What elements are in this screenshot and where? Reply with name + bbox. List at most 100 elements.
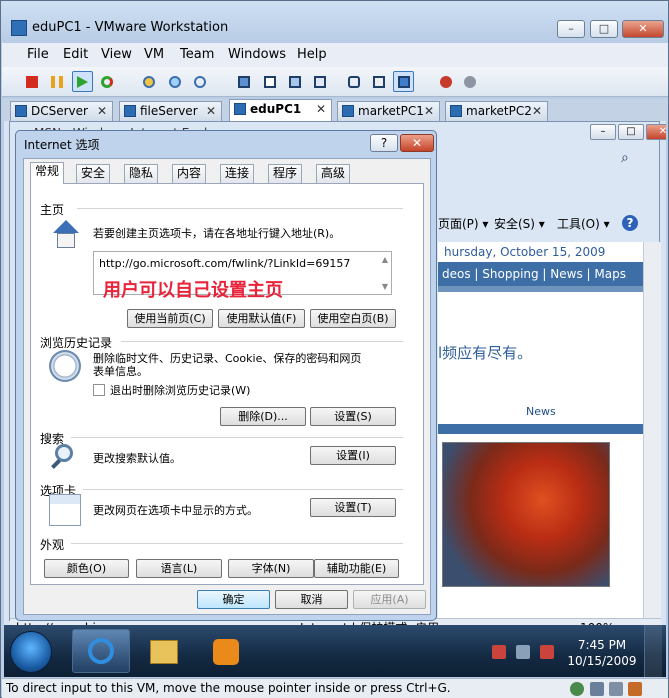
full-screen-icon[interactable] [233, 71, 254, 92]
tab-marketpc1[interactable]: marketPC1 ✕ [337, 101, 440, 121]
vm-icon [450, 105, 462, 117]
dialog-help-button[interactable]: ? [370, 134, 398, 152]
clock-date: 10/15/2009 [567, 654, 637, 668]
ie-close-button[interactable]: ✕ [646, 124, 666, 140]
tab-close-icon[interactable]: ✕ [532, 102, 542, 120]
tab-dcserver[interactable]: DCServer ✕ [10, 101, 113, 121]
taskbar-ie-button[interactable] [72, 629, 130, 673]
menu-team[interactable]: Team [180, 47, 214, 62]
tab-connections[interactable]: 连接 [220, 164, 255, 183]
display-tray-icon[interactable] [516, 645, 530, 659]
accessibility-button[interactable]: 辅助功能(E) [314, 559, 399, 578]
promo-text[interactable]: l频应有尽有。 [438, 342, 532, 363]
tab-programs[interactable]: 程序 [268, 164, 303, 183]
use-default-button[interactable]: 使用默认值(F) [218, 309, 305, 328]
tab-content[interactable]: 内容 [172, 164, 207, 183]
dialog-body: 常规 安全 隐私 内容 连接 程序 高级 主页 若要创建主页选项卡，请在各地址行… [23, 158, 431, 615]
taskbar-explorer-button[interactable] [135, 629, 193, 673]
window-title: eduPC1 - VMware Workstation [32, 20, 229, 35]
msn-divider [438, 424, 643, 434]
tab-close-icon[interactable]: ✕ [206, 102, 216, 120]
start-button[interactable] [10, 631, 52, 673]
revert-snapshot-icon[interactable] [164, 71, 185, 92]
menu-windows[interactable]: Windows [228, 47, 286, 62]
tab-edupc1[interactable]: eduPC1 ✕ [229, 99, 332, 121]
delete-on-exit-label[interactable]: 退出时删除浏览历史记录(W) [110, 384, 250, 397]
languages-button[interactable]: 语言(L) [136, 559, 222, 578]
reset-icon[interactable] [96, 71, 117, 92]
vm-console[interactable]: MSN - Windows Internet Explorer – □ ✕ ⌕ … [4, 121, 666, 677]
use-current-button[interactable]: 使用当前页(C) [127, 309, 213, 328]
unity-icon[interactable] [368, 71, 389, 92]
ok-button[interactable]: 确定 [197, 590, 270, 609]
title-bar: eduPC1 - VMware Workstation – □ ✕ [1, 1, 668, 41]
menu-file[interactable]: File [27, 47, 49, 62]
cancel-button[interactable]: 取消 [275, 590, 348, 609]
tab-close-icon[interactable]: ✕ [424, 102, 434, 120]
power-off-icon[interactable] [21, 71, 42, 92]
snapshot-icon[interactable] [138, 71, 159, 92]
ie-scrollbar[interactable] [643, 242, 661, 622]
safety-menu[interactable]: 安全(S) ▾ [494, 215, 545, 232]
summary-view-icon[interactable] [284, 71, 305, 92]
tab-security[interactable]: 安全 [76, 164, 111, 183]
menu-view[interactable]: View [101, 47, 132, 62]
tab-marketpc2[interactable]: marketPC2 ✕ [445, 101, 548, 121]
appliance-view-icon[interactable] [343, 71, 364, 92]
device-sound-icon[interactable] [628, 682, 642, 696]
preferences-icon[interactable] [459, 71, 480, 92]
search-icon[interactable]: ⌕ [621, 150, 629, 166]
device-usb-icon[interactable] [609, 682, 623, 696]
scroll-up-icon[interactable]: ▲ [382, 255, 388, 264]
thumbnail-icon[interactable] [435, 71, 456, 92]
close-button[interactable]: ✕ [622, 20, 664, 38]
taskbar-media-player-button[interactable] [198, 629, 256, 673]
maximize-button[interactable]: □ [590, 20, 618, 38]
tab-privacy[interactable]: 隐私 [124, 164, 159, 183]
device-network-icon[interactable] [590, 682, 604, 696]
colors-button[interactable]: 颜色(O) [44, 559, 129, 578]
system-clock[interactable]: 7:45 PM 10/15/2009 [567, 637, 637, 669]
menu-vm[interactable]: VM [144, 47, 164, 62]
search-settings-button[interactable]: 设置(I) [310, 446, 396, 465]
news-link[interactable]: News [526, 405, 556, 418]
scroll-down-icon[interactable]: ▼ [382, 282, 388, 291]
tabs-settings-button[interactable]: 设置(T) [310, 498, 396, 517]
show-console-icon[interactable] [393, 71, 414, 92]
menu-help[interactable]: Help [297, 47, 327, 62]
tools-menu[interactable]: 工具(O) ▾ [557, 215, 610, 232]
delete-history-button[interactable]: 删除(D)... [220, 407, 306, 426]
tab-general[interactable]: 常规 [30, 162, 65, 184]
network-tray-icon[interactable] [492, 645, 506, 659]
apply-button[interactable]: 应用(A) [353, 590, 426, 609]
quick-switch-icon[interactable] [259, 71, 280, 92]
show-desktop-button[interactable] [644, 625, 662, 677]
device-hdd-icon[interactable] [570, 682, 584, 696]
history-description-2: 表单信息。 [93, 365, 148, 378]
msn-nav-bar[interactable]: deos | Shopping | News | Maps [438, 262, 643, 286]
console-view-icon[interactable] [309, 71, 330, 92]
tab-fileserver[interactable]: fileServer ✕ [119, 101, 222, 121]
use-blank-button[interactable]: 使用空白页(B) [310, 309, 396, 328]
delete-on-exit-checkbox[interactable] [93, 384, 105, 396]
help-icon[interactable]: ? [622, 215, 638, 231]
menu-edit[interactable]: Edit [63, 47, 88, 62]
tab-close-icon[interactable]: ✕ [316, 100, 326, 118]
suspend-icon[interactable] [46, 71, 67, 92]
ie-minimize-button[interactable]: – [590, 124, 616, 140]
history-settings-button[interactable]: 设置(S) [310, 407, 396, 426]
dialog-close-button[interactable]: ✕ [400, 134, 434, 152]
ie-maximize-button[interactable]: □ [618, 124, 644, 140]
tab-close-icon[interactable]: ✕ [97, 102, 107, 120]
snapshot-manager-icon[interactable] [189, 71, 210, 92]
page-menu[interactable]: 页面(P) ▾ [438, 215, 488, 232]
media-player-icon [213, 639, 239, 665]
minimize-button[interactable]: – [557, 20, 585, 38]
volume-tray-icon[interactable] [540, 645, 554, 659]
tree-photo[interactable] [442, 442, 610, 587]
fonts-button[interactable]: 字体(N) [228, 559, 314, 578]
power-on-icon[interactable] [72, 71, 93, 92]
page-date: hursday, October 15, 2009 [444, 245, 606, 259]
folder-icon [150, 640, 178, 664]
tab-advanced[interactable]: 高级 [316, 164, 351, 183]
